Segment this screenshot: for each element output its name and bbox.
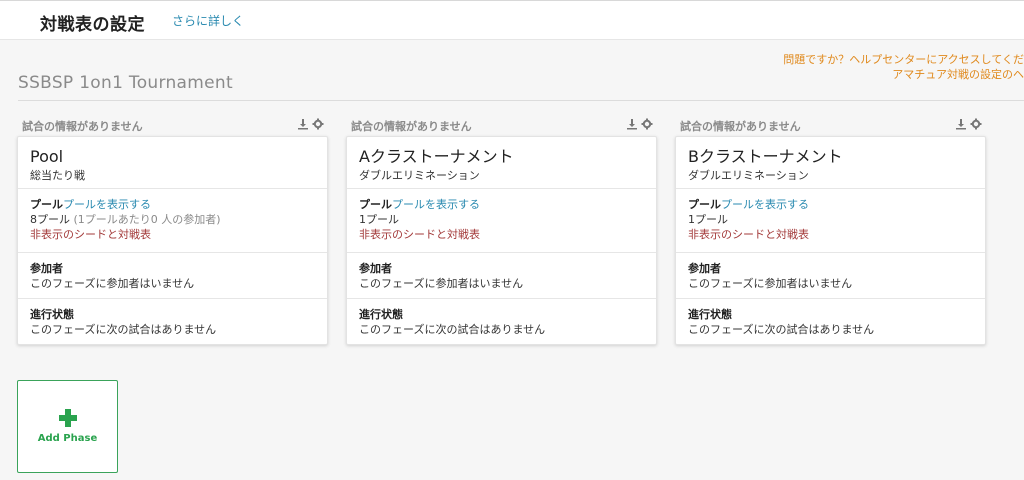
phase-name[interactable]: Pool [30,147,315,167]
progress-section: 進行状態 このフェーズに次の試合はありません [347,298,656,344]
tournament-title: SSBSP 1on1 Tournament [18,73,233,93]
pool-count: 8プール [30,213,70,226]
phase-column-header: 試合の情報がありません [675,116,986,136]
add-phase-label: Add Phase [37,433,98,444]
phase-name[interactable]: Bクラストーナメント [688,147,973,167]
phase-column: 試合の情報がありません Aクラストーナメント ダブルエリミネーション プールプー… [346,116,657,345]
participants-label: 参加者 [30,262,63,275]
participants-label: 参加者 [688,262,721,275]
gear-icon[interactable] [970,118,982,130]
page-title: 対戦表の設定 [40,15,145,35]
help-notice: 問題ですか？ヘルプセンターにアクセスしてくだ アマチュア対戦の設定のヘ [724,52,1024,82]
phase-column-header: 試合の情報がありません [17,116,328,136]
participants-text: このフェーズに参加者はいません [359,277,524,290]
participants-section: 参加者 このフェーズに参加者はいません [676,252,985,298]
gear-icon[interactable] [641,118,653,130]
phase-header: Bクラストーナメント ダブルエリミネーション [676,137,985,188]
progress-text: このフェーズに次の試合はありません [359,323,546,336]
participants-section: 参加者 このフェーズに参加者はいません [347,252,656,298]
phase-card: Bクラストーナメント ダブルエリミネーション プールプールを表示する 1プール … [675,136,986,345]
learn-more-link[interactable]: さらに詳しく [172,12,244,29]
phase-format: ダブルエリミネーション [688,169,809,182]
gear-icon[interactable] [312,118,324,130]
download-icon[interactable] [297,118,309,130]
phase-name[interactable]: Aクラストーナメント [359,147,644,167]
participants-label: 参加者 [359,262,392,275]
phase-tools [626,118,653,130]
view-pools-link[interactable]: プールを表示する [392,198,480,211]
participants-text: このフェーズに参加者はいません [30,277,195,290]
phase-format: 総当たり戦 [30,169,85,182]
pools-label: プール [30,198,63,211]
download-icon[interactable] [955,118,967,130]
progress-label: 進行状態 [30,308,74,321]
phase-format: ダブルエリミネーション [359,169,480,182]
pools-section: プールプールを表示する 1プール 非表示のシードと対戦表 [676,188,985,252]
phase-column: 試合の情報がありません Bクラストーナメント ダブルエリミネーション プールプー… [675,116,986,345]
pools-label: プール [359,198,392,211]
participants-text: このフェーズに参加者はいません [688,277,853,290]
progress-text: このフェーズに次の試合はありません [30,323,217,336]
view-pools-link[interactable]: プールを表示する [721,198,809,211]
top-bar: 対戦表の設定 さらに詳しく [0,0,1024,40]
pools-section: プールプールを表示する 1プール 非表示のシードと対戦表 [347,188,656,252]
hidden-seeds-link[interactable]: 非表示のシードと対戦表 [688,227,973,242]
pool-detail: (1プールあたり0 人の参加者) [70,213,221,226]
phase-column: 試合の情報がありません Pool 総当たり戦 プールプールを表示する 8プール … [17,116,328,345]
add-phase-button[interactable]: Add Phase [17,380,118,473]
progress-section: 進行状態 このフェーズに次の試合はありません [676,298,985,344]
progress-text: このフェーズに次の試合はありません [688,323,875,336]
pool-count: 1プール [359,213,399,226]
amateur-setup-help-link[interactable]: アマチュア対戦の設定のヘ [724,67,1024,82]
match-status: 試合の情報がありません [351,120,472,133]
match-status: 試合の情報がありません [680,120,801,133]
plus-icon [59,409,77,427]
pools-label: プール [688,198,721,211]
pool-count: 1プール [688,213,728,226]
view-pools-link[interactable]: プールを表示する [63,198,151,211]
phase-header: Pool 総当たり戦 [18,137,327,188]
hidden-seeds-link[interactable]: 非表示のシードと対戦表 [30,227,315,242]
phase-column-header: 試合の情報がありません [346,116,657,136]
match-status: 試合の情報がありません [22,120,143,133]
phase-card: Aクラストーナメント ダブルエリミネーション プールプールを表示する 1プール … [346,136,657,345]
phase-header: Aクラストーナメント ダブルエリミネーション [347,137,656,188]
divider [18,100,1024,101]
progress-section: 進行状態 このフェーズに次の試合はありません [18,298,327,344]
download-icon[interactable] [626,118,638,130]
phase-card: Pool 総当たり戦 プールプールを表示する 8プール (1プールあたり0 人の… [17,136,328,345]
progress-label: 進行状態 [359,308,403,321]
phase-tools [955,118,982,130]
progress-label: 進行状態 [688,308,732,321]
pools-section: プールプールを表示する 8プール (1プールあたり0 人の参加者) 非表示のシー… [18,188,327,252]
help-center-link[interactable]: 問題ですか？ヘルプセンターにアクセスしてくだ [724,52,1024,67]
participants-section: 参加者 このフェーズに参加者はいません [18,252,327,298]
hidden-seeds-link[interactable]: 非表示のシードと対戦表 [359,227,644,242]
phase-tools [297,118,324,130]
